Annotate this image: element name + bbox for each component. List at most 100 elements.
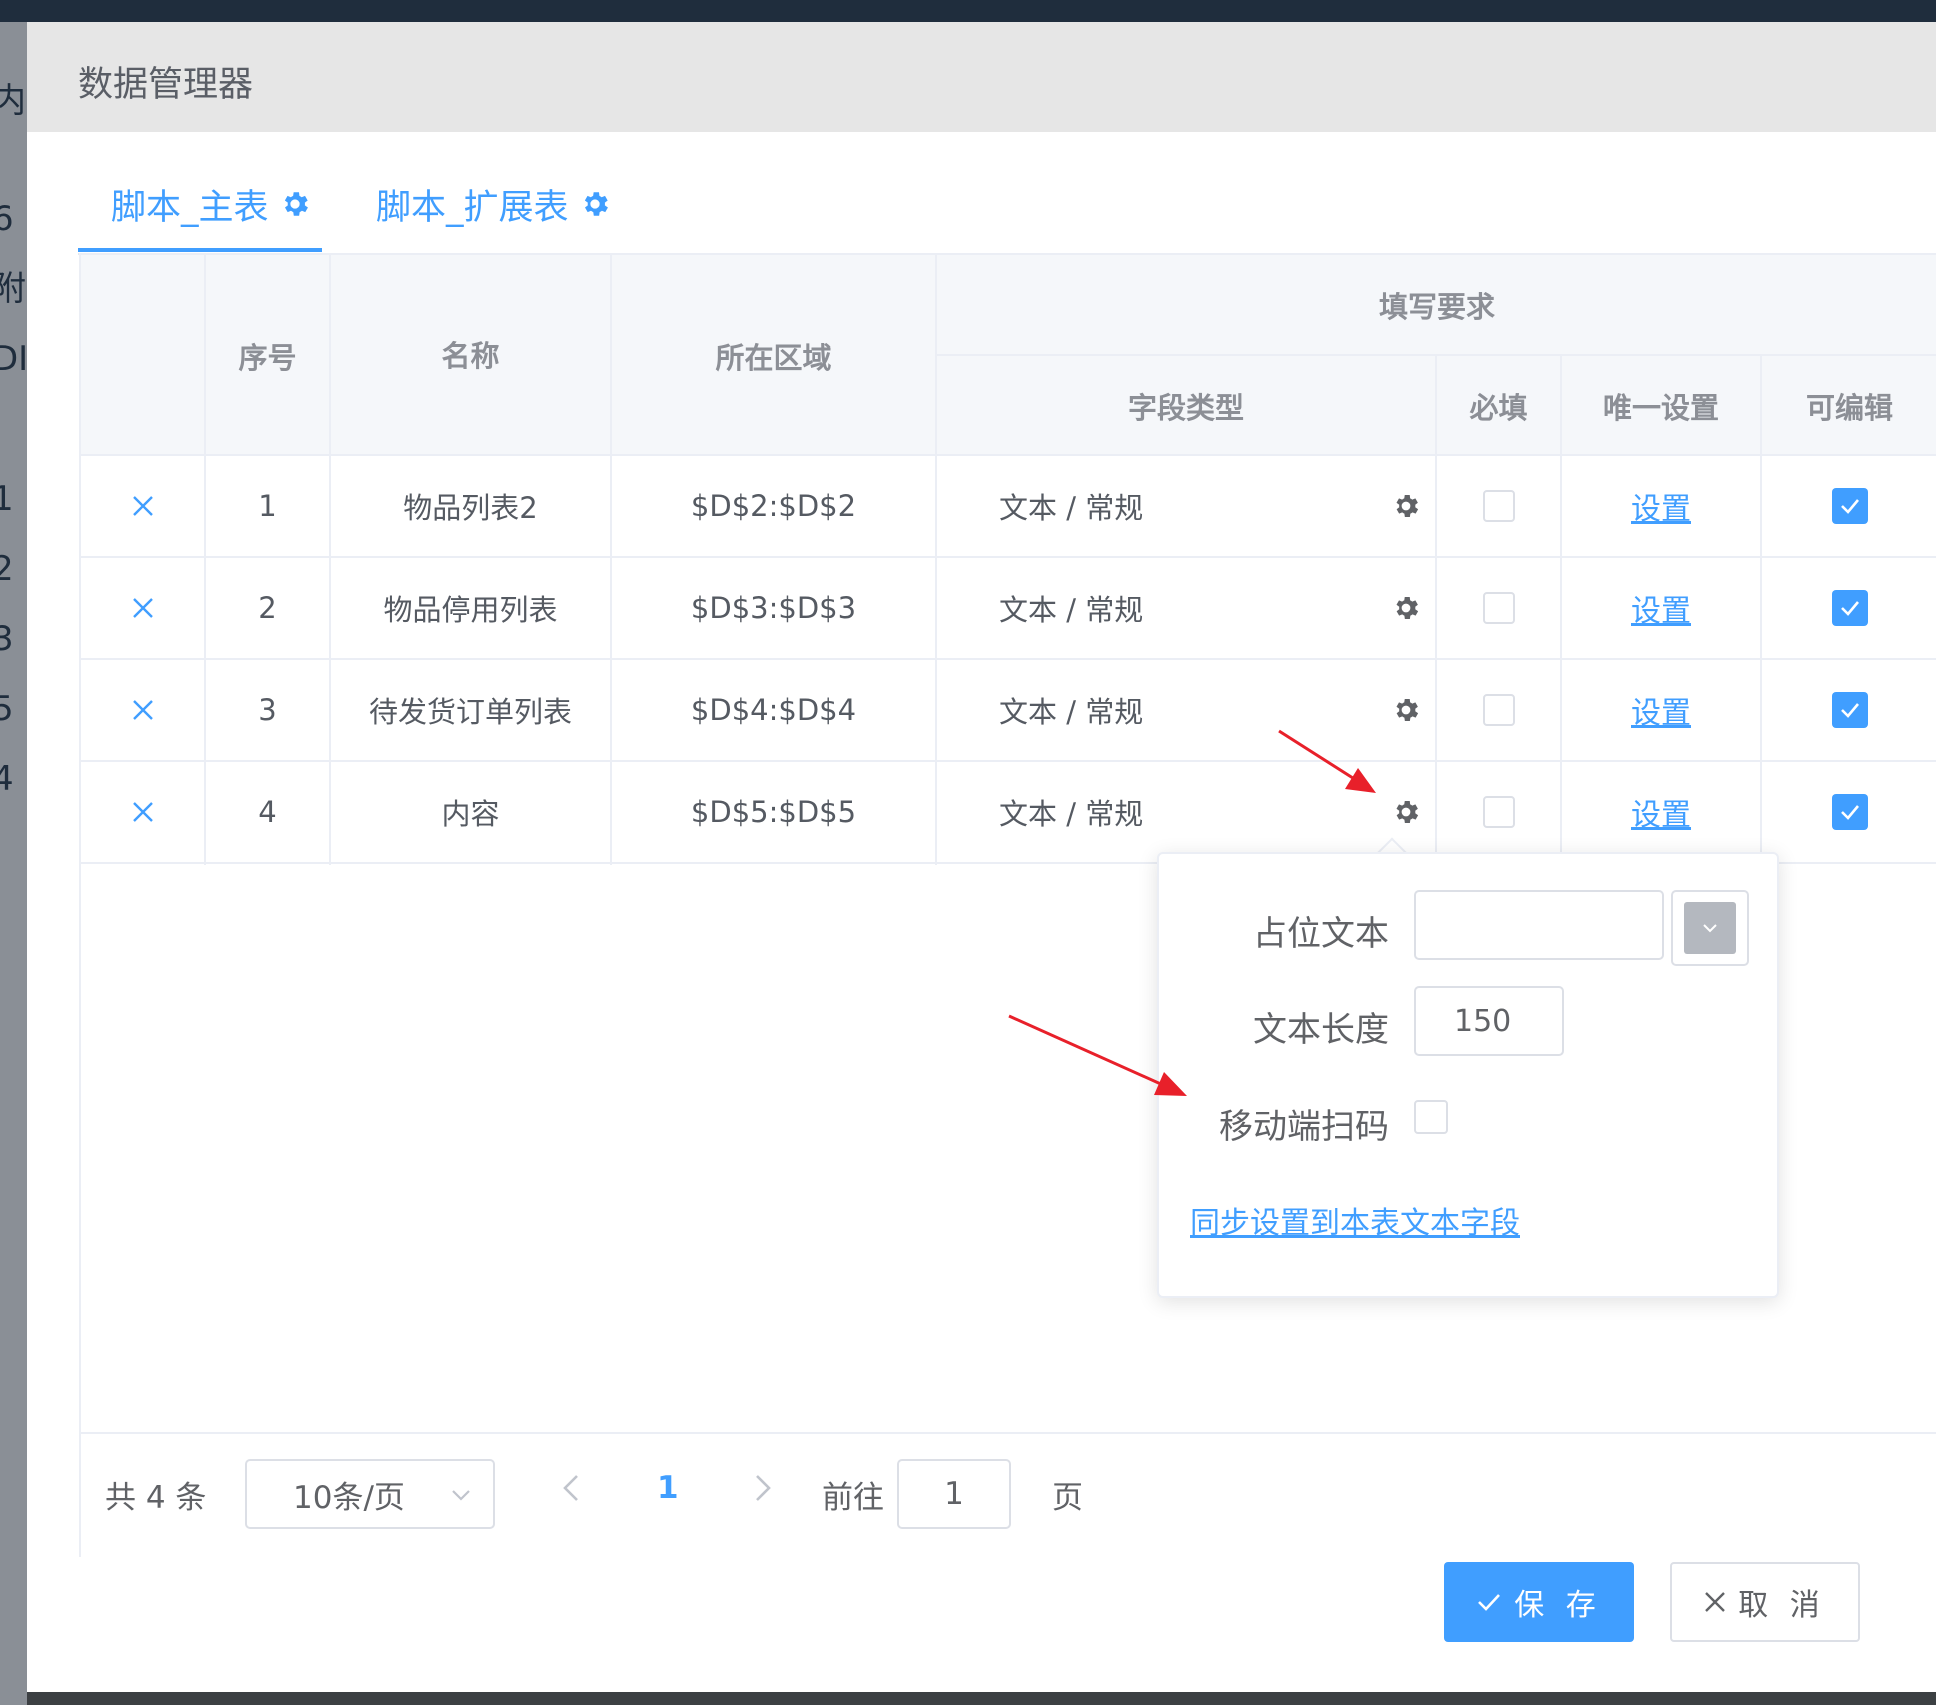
sync-settings-link[interactable]: 同步设置到本表文本字段 — [1190, 1198, 1520, 1242]
dialog-header: 数据管理器 — [27, 22, 1936, 132]
check-icon — [1478, 1594, 1501, 1611]
required-checkbox[interactable] — [1482, 592, 1515, 624]
background-fragment: 6 — [0, 199, 14, 239]
text-length-input[interactable]: 150 — [1414, 986, 1564, 1056]
save-button-label: 保 存 — [1514, 1588, 1602, 1623]
row-name: 物品停用列表 — [383, 593, 558, 627]
background-top-bar — [0, 0, 1936, 22]
close-icon — [132, 598, 153, 618]
header-field-type: 字段类型 — [1127, 390, 1244, 425]
chevron-down-icon — [452, 1490, 470, 1501]
unique-cell: 设置 — [1561, 558, 1761, 658]
editable-checkbox[interactable] — [1831, 488, 1868, 524]
placeholder-text-input[interactable] — [1414, 890, 1664, 960]
editable-checkbox[interactable] — [1831, 692, 1868, 728]
unique-setting-link[interactable]: 设置 — [1631, 688, 1691, 732]
background-fragment: 3 — [0, 619, 14, 659]
unique-cell: 设置 — [1561, 456, 1761, 556]
required-checkbox[interactable] — [1482, 796, 1515, 828]
gear-icon[interactable] — [1386, 456, 1426, 556]
unique-cell: 设置 — [1561, 762, 1761, 862]
check-icon — [1840, 499, 1859, 514]
tab-bar: 脚本_主表 脚本_扩展表 — [78, 157, 1936, 255]
cancel-button-label: 取 消 — [1738, 1588, 1826, 1623]
gear-icon[interactable] — [579, 188, 611, 220]
row-field-type: 文本 / 常规 — [999, 593, 1144, 627]
text-length-label: 文本长度 — [1253, 1010, 1389, 1050]
editable-checkbox-cell — [1761, 762, 1936, 862]
dropdown-handle — [1684, 902, 1736, 954]
row-index: 3 — [258, 693, 277, 727]
delete-row-button[interactable] — [81, 762, 204, 862]
row-index: 1 — [258, 489, 277, 523]
page-number-current[interactable]: 1 — [657, 1470, 679, 1506]
row-name: 待发货订单列表 — [368, 695, 572, 729]
delete-row-button[interactable] — [81, 456, 204, 556]
editable-checkbox-cell — [1761, 456, 1936, 556]
header-unique: 唯一设置 — [1602, 390, 1719, 425]
goto-page-input[interactable]: 1 — [897, 1459, 1011, 1529]
delete-row-button[interactable] — [81, 660, 204, 760]
gear-icon[interactable] — [1386, 558, 1426, 658]
gear-icon[interactable] — [279, 188, 311, 220]
check-icon — [1840, 601, 1859, 616]
row-name: 物品列表2 — [403, 491, 538, 525]
pagination: 共 4 条 10条/页 1 前往 1 页 — [81, 1432, 1936, 1557]
chevron-down-icon — [1703, 924, 1717, 933]
editable-checkbox[interactable] — [1831, 590, 1868, 626]
close-icon — [132, 802, 153, 822]
row-area: $D$5:$D$5 — [690, 795, 857, 829]
close-icon — [132, 700, 153, 720]
required-checkbox-cell — [1436, 558, 1561, 658]
goto-label: 前往 — [822, 1480, 884, 1516]
placeholder-dropdown-button[interactable] — [1671, 890, 1749, 966]
mobile-scan-label: 移动端扫码 — [1219, 1107, 1389, 1147]
dialog-title: 数据管理器 — [78, 65, 254, 105]
unique-setting-link[interactable]: 设置 — [1631, 790, 1691, 834]
background-fragment: DI — [0, 339, 27, 379]
row-name: 内容 — [441, 797, 500, 831]
required-checkbox[interactable] — [1482, 490, 1515, 522]
row-field-type: 文本 / 常规 — [999, 491, 1144, 525]
background-fragment: 附 — [0, 269, 26, 309]
next-page-button[interactable] — [751, 1468, 775, 1512]
pagination-total: 共 4 条 — [105, 1480, 207, 1516]
header-area: 所在区域 — [715, 340, 832, 375]
tab-extension-table[interactable]: 脚本_扩展表 — [376, 157, 611, 251]
required-checkbox-cell — [1436, 762, 1561, 862]
background-left-strip: 内 6 附 DI 1 2 3 5 4 — [0, 22, 27, 1705]
editable-checkbox-cell — [1761, 558, 1936, 658]
save-button[interactable]: 保 存 — [1444, 1562, 1634, 1642]
check-icon — [1840, 805, 1859, 820]
row-area: $D$3:$D$3 — [690, 591, 857, 625]
required-checkbox-cell — [1436, 660, 1561, 760]
cancel-button[interactable]: 取 消 — [1670, 1562, 1860, 1642]
placeholder-text-label: 占位文本 — [1253, 914, 1389, 954]
required-checkbox[interactable] — [1482, 694, 1515, 726]
editable-checkbox-cell — [1761, 660, 1936, 760]
tab-active-indicator — [78, 248, 322, 252]
mobile-scan-checkbox[interactable] — [1414, 1100, 1448, 1134]
check-icon — [1840, 703, 1859, 718]
header-required: 必填 — [1469, 390, 1528, 425]
delete-row-button[interactable] — [81, 558, 204, 658]
background-fragment: 1 — [0, 479, 14, 519]
row-field-type: 文本 / 常规 — [999, 695, 1144, 729]
tab-main-table[interactable]: 脚本_主表 — [111, 157, 311, 251]
row-field-type: 文本 / 常规 — [999, 797, 1144, 831]
tab-label: 脚本_扩展表 — [376, 187, 569, 228]
gear-icon[interactable] — [1386, 660, 1426, 760]
prev-page-button[interactable] — [559, 1468, 583, 1512]
header-fill-requirements: 填写要求 — [1378, 290, 1495, 324]
field-settings-popover: 占位文本 文本长度 150 移动端扫码 同步设置到本表文本字段 — [1157, 852, 1779, 1298]
background-fragment: 5 — [0, 689, 14, 729]
editable-checkbox[interactable] — [1831, 794, 1868, 830]
unique-setting-link[interactable]: 设置 — [1631, 586, 1691, 630]
page-size-select[interactable]: 10条/页 — [245, 1459, 495, 1529]
grid-line — [935, 354, 1936, 356]
unique-setting-link[interactable]: 设置 — [1631, 484, 1691, 528]
row-index: 4 — [258, 795, 277, 829]
required-checkbox-cell — [1436, 456, 1561, 556]
row-area: $D$2:$D$2 — [690, 489, 857, 523]
tab-label: 脚本_主表 — [111, 187, 269, 228]
